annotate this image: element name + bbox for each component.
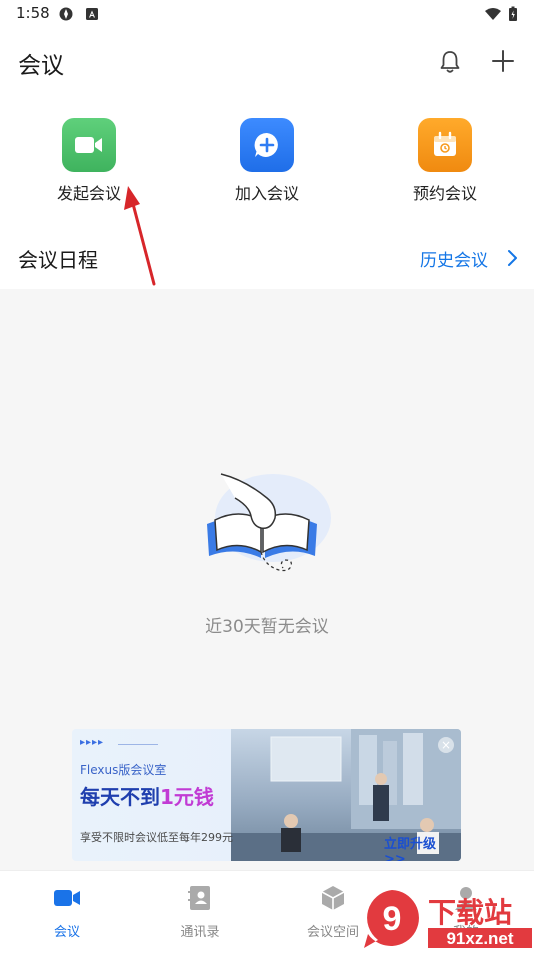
contacts-book-icon — [188, 886, 210, 910]
ad-close-icon[interactable]: × — [438, 737, 454, 753]
battery-icon — [509, 6, 517, 21]
join-plus-icon — [240, 118, 294, 172]
chevron-right-icon[interactable] — [504, 248, 520, 268]
schedule-meeting-label: 预约会议 — [412, 184, 477, 203]
empty-state-text: 近30天暂无会议 — [205, 617, 329, 637]
status-time: 1:58 — [16, 4, 50, 22]
schedule-meeting-button[interactable]: 预约会议 — [385, 118, 505, 208]
site-watermark: 9 下载站 91xz.net — [362, 888, 534, 950]
join-meeting-label: 加入会议 — [234, 184, 299, 203]
history-meetings-link[interactable]: 历史会议 — [420, 246, 488, 271]
add-icon[interactable] — [488, 46, 518, 76]
bell-icon[interactable] — [436, 48, 464, 76]
nav-contacts[interactable]: 通讯录 — [155, 885, 245, 940]
calendar-icon — [418, 118, 472, 172]
ad-headline: 每天不到1元钱 — [80, 781, 214, 810]
page-title: 会议 — [18, 53, 64, 79]
wifi-icon — [485, 8, 501, 20]
ad-headline-a: 每天不到 — [80, 785, 160, 809]
status-bar: 1:58 — [0, 0, 534, 28]
watermark-url: 91xz.net — [446, 929, 513, 948]
join-meeting-button[interactable]: 加入会议 — [207, 118, 327, 208]
ad-upgrade-button[interactable]: 立即升级 >> — [384, 833, 461, 861]
nav-meetings[interactable]: 会议 — [22, 885, 112, 940]
ad-divider — [118, 744, 158, 745]
empty-book-illustration — [207, 473, 331, 572]
vpn-icon — [59, 7, 73, 21]
watermark-title: 下载站 — [428, 896, 512, 929]
cube-icon — [321, 886, 345, 910]
upgrade-ad-banner[interactable]: ▸▸▸▸ Flexus版会议室 每天不到1元钱 享受不限时会议低至每年299元 … — [72, 729, 461, 861]
notification-a-icon — [86, 8, 98, 20]
nav-meetings-label: 会议 — [53, 925, 80, 940]
schedule-title: 会议日程 — [18, 248, 98, 272]
ad-arrows: ▸▸▸▸ — [80, 737, 105, 748]
nav-contacts-label: 通讯录 — [180, 925, 220, 940]
annotation-arrow — [124, 186, 156, 286]
ad-headline-b: 1元钱 — [160, 785, 214, 809]
ad-note: 享受不限时会议低至每年299元 — [80, 831, 233, 844]
video-camera-icon — [54, 890, 80, 906]
video-camera-icon — [62, 118, 116, 172]
ad-subtitle: Flexus版会议室 — [80, 763, 167, 777]
watermark-badge: 9 — [383, 900, 402, 938]
